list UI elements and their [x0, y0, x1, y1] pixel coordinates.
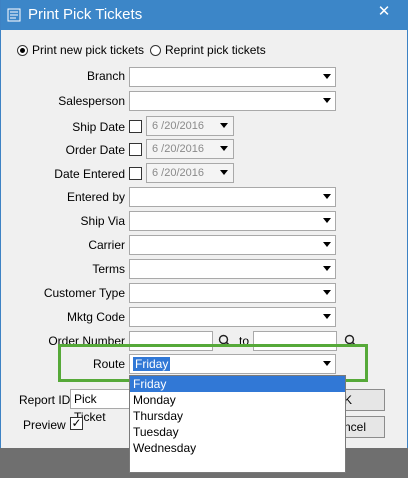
chevron-down-icon[interactable] [323, 314, 331, 319]
date-entered-label: Date Entered [54, 167, 125, 181]
route-dropdown-list[interactable]: Friday Monday Thursday Tuesday Wednesday [129, 375, 346, 473]
route-value: Friday [133, 357, 171, 371]
order-date-checkbox[interactable] [129, 142, 142, 156]
cancel-button-label: ncel [344, 420, 367, 434]
chevron-down-icon[interactable] [323, 361, 331, 366]
salesperson-label: Salesperson [58, 94, 125, 108]
customer-type-label: Customer Type [43, 286, 125, 300]
date-entered-value: 6 /20/2016 [152, 167, 204, 179]
ship-date-picker[interactable]: 6 /20/2016 [129, 116, 234, 136]
preview-checkbox[interactable]: ✓ [70, 417, 83, 430]
route-label: Route [92, 357, 125, 371]
title-bar[interactable]: Print Pick Tickets ✕ [1, 0, 408, 30]
salesperson-combo[interactable] [129, 91, 336, 111]
branch-combo[interactable] [129, 67, 336, 87]
radio-print-new-label: Print new pick tickets [32, 43, 145, 57]
carrier-combo[interactable] [129, 235, 336, 255]
carrier-label: Carrier [88, 238, 125, 252]
branch-label: Branch [86, 69, 125, 83]
ship-date-value: 6 /20/2016 [152, 120, 204, 132]
ship-date-checkbox[interactable] [129, 119, 142, 133]
route-option-friday[interactable]: Friday [130, 376, 345, 392]
customer-type-combo[interactable] [129, 283, 336, 303]
chevron-down-icon[interactable] [323, 218, 331, 223]
close-icon: ✕ [377, 3, 391, 20]
close-button[interactable]: ✕ [371, 2, 397, 22]
chevron-down-icon[interactable] [323, 74, 331, 79]
order-date-picker[interactable]: 6 /20/2016 [129, 139, 234, 159]
entered-by-label: Entered by [66, 190, 125, 204]
check-icon: ✓ [71, 416, 82, 430]
radio-print-new[interactable]: Print new pick tickets [17, 43, 144, 57]
order-date-label: Order Date [65, 143, 125, 157]
chevron-down-icon[interactable] [220, 146, 228, 151]
terms-label: Terms [92, 262, 125, 276]
route-combo[interactable]: Friday [129, 354, 336, 374]
terms-combo[interactable] [129, 259, 336, 279]
ship-via-label: Ship Via [80, 214, 125, 228]
radio-reprint-label: Reprint pick tickets [165, 43, 266, 57]
mktg-code-label: Mktg Code [66, 310, 125, 324]
mktg-code-combo[interactable] [129, 307, 336, 327]
radio-reprint-indicator[interactable] [150, 44, 161, 56]
date-entered-field[interactable]: 6 /20/2016 [146, 163, 234, 183]
date-entered-picker[interactable]: 6 /20/2016 [129, 163, 234, 183]
route-option-thursday[interactable]: Thursday [130, 408, 345, 424]
route-option-monday[interactable]: Monday [130, 392, 345, 408]
date-entered-checkbox[interactable] [129, 166, 142, 180]
chevron-down-icon[interactable] [220, 123, 228, 128]
radio-reprint[interactable]: Reprint pick tickets [150, 43, 266, 57]
printer-icon [7, 8, 21, 22]
chevron-down-icon[interactable] [220, 170, 228, 175]
ship-via-combo[interactable] [129, 211, 336, 231]
report-id-label: Report ID [19, 393, 71, 407]
order-date-field[interactable]: 6 /20/2016 [146, 139, 234, 159]
report-id-input[interactable]: Pick Ticket [70, 389, 132, 424]
ship-date-field[interactable]: 6 /20/2016 [146, 116, 234, 136]
preview-label: Preview [23, 418, 66, 432]
chevron-down-icon[interactable] [323, 266, 331, 271]
route-option-wednesday[interactable]: Wednesday [130, 440, 345, 456]
print-pick-tickets-dialog: Print Pick Tickets ✕ Print new pick tick… [0, 0, 408, 473]
chevron-down-icon[interactable] [323, 242, 331, 247]
chevron-down-icon[interactable] [323, 194, 331, 199]
window-title: Print Pick Tickets [28, 6, 143, 23]
radio-print-new-indicator[interactable] [17, 44, 28, 56]
route-option-tuesday[interactable]: Tuesday [130, 424, 345, 440]
ship-date-label: Ship Date [72, 120, 125, 134]
chevron-down-icon[interactable] [323, 290, 331, 295]
entered-by-combo[interactable] [129, 187, 336, 207]
order-date-value: 6 /20/2016 [152, 143, 204, 155]
chevron-down-icon[interactable] [323, 98, 331, 103]
